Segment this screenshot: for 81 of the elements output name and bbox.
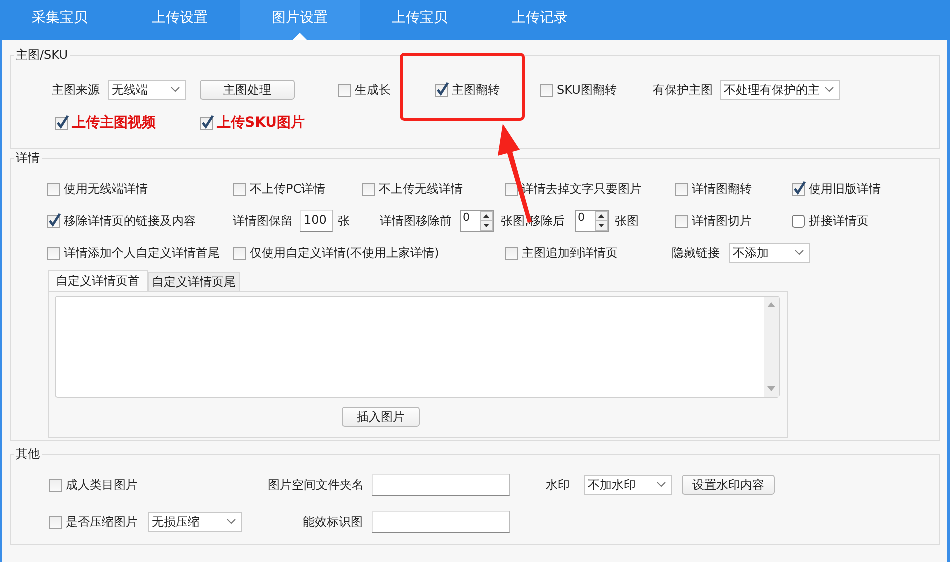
checkbox[interactable] xyxy=(792,214,805,228)
checkbox[interactable] xyxy=(49,478,62,492)
checkbox[interactable] xyxy=(675,214,688,228)
checkbox-label: 是否压缩图片 xyxy=(66,514,138,530)
dropdown[interactable]: 不添加 xyxy=(729,243,810,263)
checkbox-label: 不上传无线详情 xyxy=(379,180,463,198)
chevron-icon xyxy=(825,87,834,93)
scrollbar[interactable] xyxy=(764,297,779,397)
action-button[interactable]: 设置水印内容 xyxy=(682,475,775,495)
field-label: 主图来源 xyxy=(52,82,100,98)
checkbox[interactable] xyxy=(47,246,60,260)
checkbox-label: 主图追加到详情页 xyxy=(522,244,618,262)
checkbox-label: 使用无线端详情 xyxy=(64,180,148,198)
tab[interactable]: 上传设置 xyxy=(120,0,240,40)
dropdown[interactable]: 不处理有保护的主 xyxy=(720,80,840,100)
action-button[interactable]: 主图处理 xyxy=(200,80,295,100)
text-field[interactable] xyxy=(372,511,510,533)
checkbox-label: 不上传PC详情 xyxy=(250,180,326,198)
field-label: 图片空间文件夹名 xyxy=(268,476,364,494)
field-label: 详情图移除前 xyxy=(380,212,452,230)
checkbox-label: 详情图翻转 xyxy=(692,180,752,198)
tab[interactable]: 上传宝贝 xyxy=(360,0,480,40)
text-field[interactable]: 100 xyxy=(300,210,333,232)
stepper-icon[interactable] xyxy=(480,211,493,231)
number-spinner[interactable]: 0 xyxy=(575,210,609,232)
checkbox[interactable] xyxy=(47,214,60,228)
checkbox-label: 生成长 xyxy=(355,82,391,98)
chevron-icon xyxy=(171,87,180,93)
chevron-icon xyxy=(795,250,804,256)
action-button[interactable]: 插入图片 xyxy=(342,407,420,427)
checkbox[interactable] xyxy=(338,84,351,96)
field-label: 隐藏链接 xyxy=(672,244,720,262)
checkbox-label: 成人类目图片 xyxy=(66,476,138,494)
tab[interactable]: 自定义详情页首 xyxy=(48,270,148,291)
checkbox[interactable] xyxy=(505,182,518,196)
field-label: 详情图保留 xyxy=(233,212,293,230)
checkbox-label: 上传SKU图片 xyxy=(217,114,306,132)
scroll-up-icon[interactable] xyxy=(767,302,776,308)
field-label: 张 xyxy=(338,212,350,230)
checkbox[interactable] xyxy=(47,182,60,196)
checkbox[interactable] xyxy=(233,182,246,196)
checkbox-label: 上传主图视频 xyxy=(72,114,156,132)
dropdown[interactable]: 不加水印 xyxy=(584,475,672,495)
number-spinner[interactable]: 0 xyxy=(460,210,494,232)
field-label: 能效标识图 xyxy=(303,514,363,530)
checkbox[interactable] xyxy=(540,84,553,96)
checkbox-label: 使用旧版详情 xyxy=(809,180,881,198)
stepper-icon[interactable] xyxy=(595,211,608,231)
checkbox-label: 详情图切片 xyxy=(692,212,752,230)
group-title: 其他 xyxy=(15,447,41,461)
group-title: 主图/SKU xyxy=(15,48,69,62)
checkbox[interactable] xyxy=(675,182,688,196)
checkbox[interactable] xyxy=(200,116,213,130)
checkbox-label: 详情去掉文字只要图片 xyxy=(522,180,642,198)
checkbox[interactable] xyxy=(435,84,448,96)
tab[interactable]: 上传记录 xyxy=(480,0,600,40)
dropdown[interactable]: 无损压缩 xyxy=(148,512,242,532)
checkbox-label: 移除详情页的链接及内容 xyxy=(64,212,196,230)
checkbox-label: SKU图翻转 xyxy=(557,82,617,98)
tab[interactable]: 采集宝贝 xyxy=(0,0,120,40)
dropdown[interactable]: 无线端 xyxy=(108,80,186,100)
tab[interactable]: 自定义详情页尾 xyxy=(148,272,240,291)
scroll-down-icon[interactable] xyxy=(767,386,776,392)
checkbox-label: 主图翻转 xyxy=(452,82,500,98)
field-label: 有保护主图 xyxy=(653,82,713,98)
checkbox[interactable] xyxy=(233,246,246,260)
group-title: 详情 xyxy=(15,151,41,165)
checkbox-label: 拼接详情页 xyxy=(809,212,869,230)
checkbox-label: 仅使用自定义详情(不使用上家详情) xyxy=(250,244,440,262)
checkbox[interactable] xyxy=(792,182,805,196)
checkbox[interactable] xyxy=(505,246,518,260)
chevron-icon xyxy=(657,482,666,488)
field-label: 张图 xyxy=(615,212,639,230)
text-field[interactable] xyxy=(372,474,510,496)
text-area[interactable] xyxy=(55,296,780,398)
checkbox[interactable] xyxy=(55,116,68,130)
checkbox-label: 详情添加个人自定义详情首尾 xyxy=(64,244,220,262)
checkbox[interactable] xyxy=(49,516,62,528)
checkbox[interactable] xyxy=(362,182,375,196)
field-label: 水印 xyxy=(546,476,570,494)
chevron-icon xyxy=(227,519,236,525)
